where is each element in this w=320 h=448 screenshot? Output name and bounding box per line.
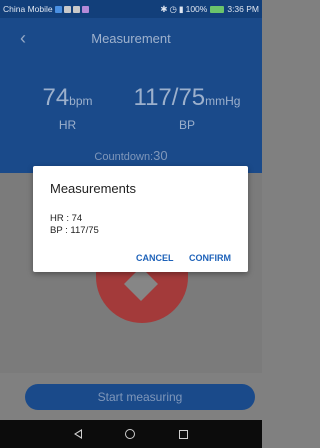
hr-value: 74 (42, 84, 70, 111)
alarm-icon: ◷ (169, 3, 177, 14)
page-title: Measurement (91, 30, 171, 46)
bp-value: 117/75 (133, 84, 206, 111)
app-bar: ‹ Measurement (0, 18, 262, 58)
dialog-title: Measurements (50, 181, 136, 196)
bp-unit: mmHg (205, 94, 241, 108)
navigation-bar (0, 420, 262, 448)
notification-icon (72, 5, 80, 13)
heart-rate-reading: 74bpm HR (20, 84, 115, 132)
countdown: Countdown:30 (0, 148, 262, 163)
bp-label: BP (178, 118, 195, 132)
heart-icon (96, 268, 188, 323)
bluetooth-icon: ✱ (160, 3, 168, 14)
countdown-value: 30 (153, 148, 168, 163)
clock: 3:36 PM (227, 4, 259, 14)
hr-label: HR (58, 118, 77, 132)
blood-pressure-reading: 117/75mmHg BP (112, 84, 262, 132)
back-arrow-icon[interactable]: ‹ (20, 29, 26, 47)
start-measuring-button[interactable]: Start measuring (25, 384, 255, 410)
dialog-bp-line: BP : 117/75 (50, 225, 99, 236)
notification-icon (81, 5, 89, 13)
nav-home-icon[interactable] (125, 429, 136, 439)
status-bar: China Mobile ✱ ◷ ▮ 100% 3:36 PM (0, 0, 262, 18)
readings-panel: 74bpm HR 117/75mmHg BP Countdown:30 (0, 58, 262, 173)
battery-icon (210, 5, 225, 13)
notification-icon (63, 5, 71, 13)
nav-back-icon[interactable] (73, 429, 82, 439)
carrier-label: China Mobile (3, 4, 53, 14)
measurements-dialog: Measurements HR : 74 BP : 117/75 CANCEL … (33, 166, 248, 272)
heart-shape (124, 268, 158, 301)
notification-icon (54, 5, 62, 13)
nav-recents-icon[interactable] (179, 429, 189, 439)
hr-unit: bpm (69, 94, 93, 108)
countdown-label: Countdown: (94, 151, 154, 163)
cancel-button[interactable]: CANCEL (136, 253, 174, 263)
battery-percent: 100% (185, 4, 208, 14)
signal-icon: ▮ (178, 3, 184, 14)
confirm-button[interactable]: CONFIRM (189, 253, 231, 263)
dialog-hr-line: HR : 74 (50, 213, 83, 224)
